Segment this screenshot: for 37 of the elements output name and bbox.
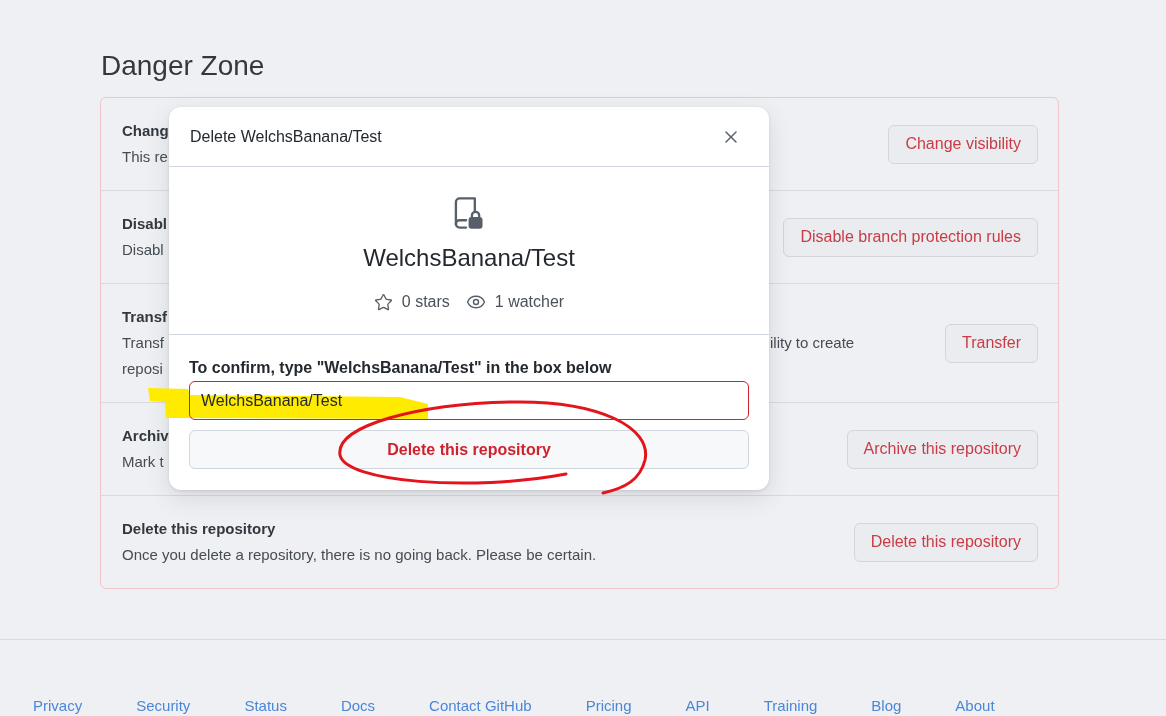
danger-action-button[interactable]: Transfer (945, 323, 1038, 363)
footer-link[interactable]: API (685, 697, 710, 715)
repository-stat: 1 watcher (494, 292, 565, 312)
section-heading: Danger Zone (101, 49, 266, 83)
setting-title: Transf (122, 307, 167, 327)
footer-link[interactable]: Security (136, 697, 191, 715)
danger-action-button[interactable]: Change visibility (888, 124, 1038, 164)
setting-description: ility to create (770, 333, 856, 353)
repository-name: WelchsBanana/Test (363, 243, 575, 273)
setting-title: Archiv (122, 426, 169, 446)
danger-action-button[interactable]: Delete this repository (853, 522, 1038, 562)
setting-description: Disabl (122, 240, 164, 260)
setting-description: reposi (122, 359, 163, 379)
setting-description: Transf (122, 333, 164, 353)
setting-description: This re (122, 147, 168, 167)
footer-link[interactable]: Blog (871, 697, 902, 715)
setting-title: Delete this repository (122, 519, 276, 539)
footer-link[interactable]: Pricing (585, 697, 632, 715)
setting-title: Disabl (122, 214, 167, 234)
footer-link[interactable]: About (955, 697, 995, 715)
footer-link[interactable]: Privacy (33, 697, 83, 715)
setting-description: Mark t (122, 452, 164, 472)
danger-action-button[interactable]: Archive this repository (846, 429, 1038, 469)
confirm-delete-button[interactable]: Delete this repository (189, 430, 749, 469)
locked-repo-icon (453, 197, 485, 229)
dialog-title: Delete WelchsBanana/Test (190, 127, 382, 146)
footer-link[interactable]: Contact GitHub (429, 697, 532, 715)
footer-link[interactable]: Docs (340, 697, 376, 715)
confirm-label: To confirm, type "WelchsBanana/Test" in the box below (189, 358, 613, 378)
star-icon (373, 292, 393, 312)
footer-link[interactable]: Status (244, 697, 287, 715)
footer-link[interactable]: Training (763, 697, 818, 715)
setting-description: Once you delete a repository, there is no going back. Please be certain. (122, 545, 597, 565)
setting-title: Chang (122, 121, 169, 141)
repository-stat: 0 stars (401, 292, 450, 312)
confirm-input[interactable]: WelchsBanana/Test (189, 381, 749, 420)
danger-action-button[interactable]: Disable branch protection rules (783, 217, 1038, 257)
